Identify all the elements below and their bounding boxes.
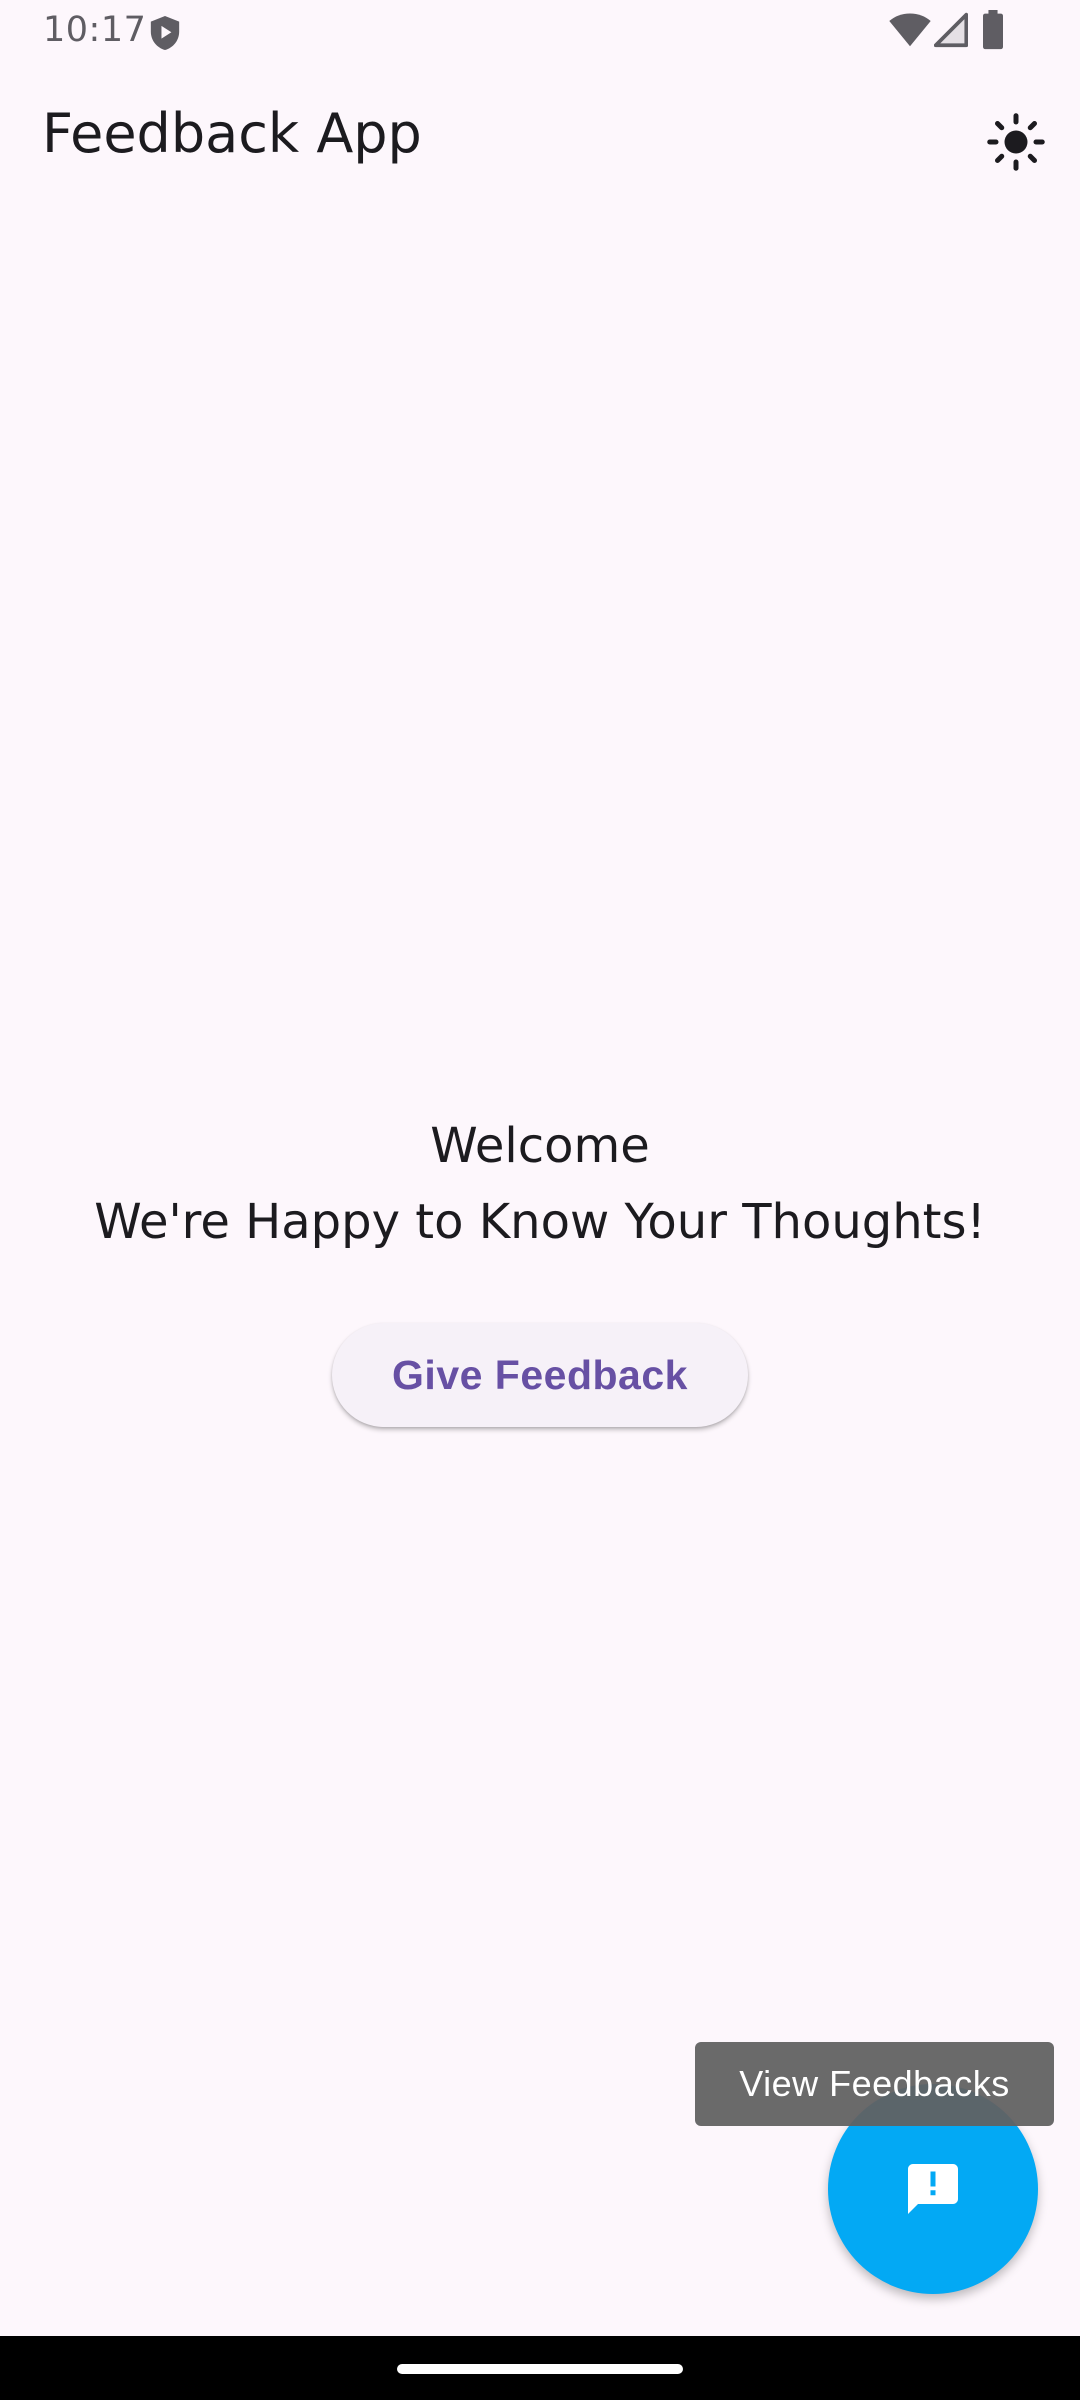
feedback-icon (908, 2164, 958, 2214)
theme-toggle-button[interactable] (974, 100, 1058, 184)
app-title: Feedback App (42, 102, 422, 165)
sun-icon (987, 113, 1045, 171)
shield-icon (150, 16, 180, 50)
view-feedbacks-tooltip: View Feedbacks (695, 2042, 1054, 2126)
app-bar: Feedback App (0, 62, 1080, 210)
status-bar: 10:17 (0, 0, 1080, 62)
welcome-subtitle: We're Happy to Know Your Thoughts! (94, 1194, 986, 1250)
battery-icon (983, 10, 1003, 50)
wifi-icon (889, 13, 931, 47)
welcome-block: Welcome We're Happy to Know Your Thought… (0, 1108, 1080, 1260)
welcome-title: Welcome (430, 1118, 650, 1174)
signal-icon (934, 12, 968, 48)
home-indicator[interactable] (397, 2364, 683, 2374)
give-feedback-button[interactable]: Give Feedback (332, 1323, 748, 1427)
status-time: 10:17 (43, 10, 147, 50)
